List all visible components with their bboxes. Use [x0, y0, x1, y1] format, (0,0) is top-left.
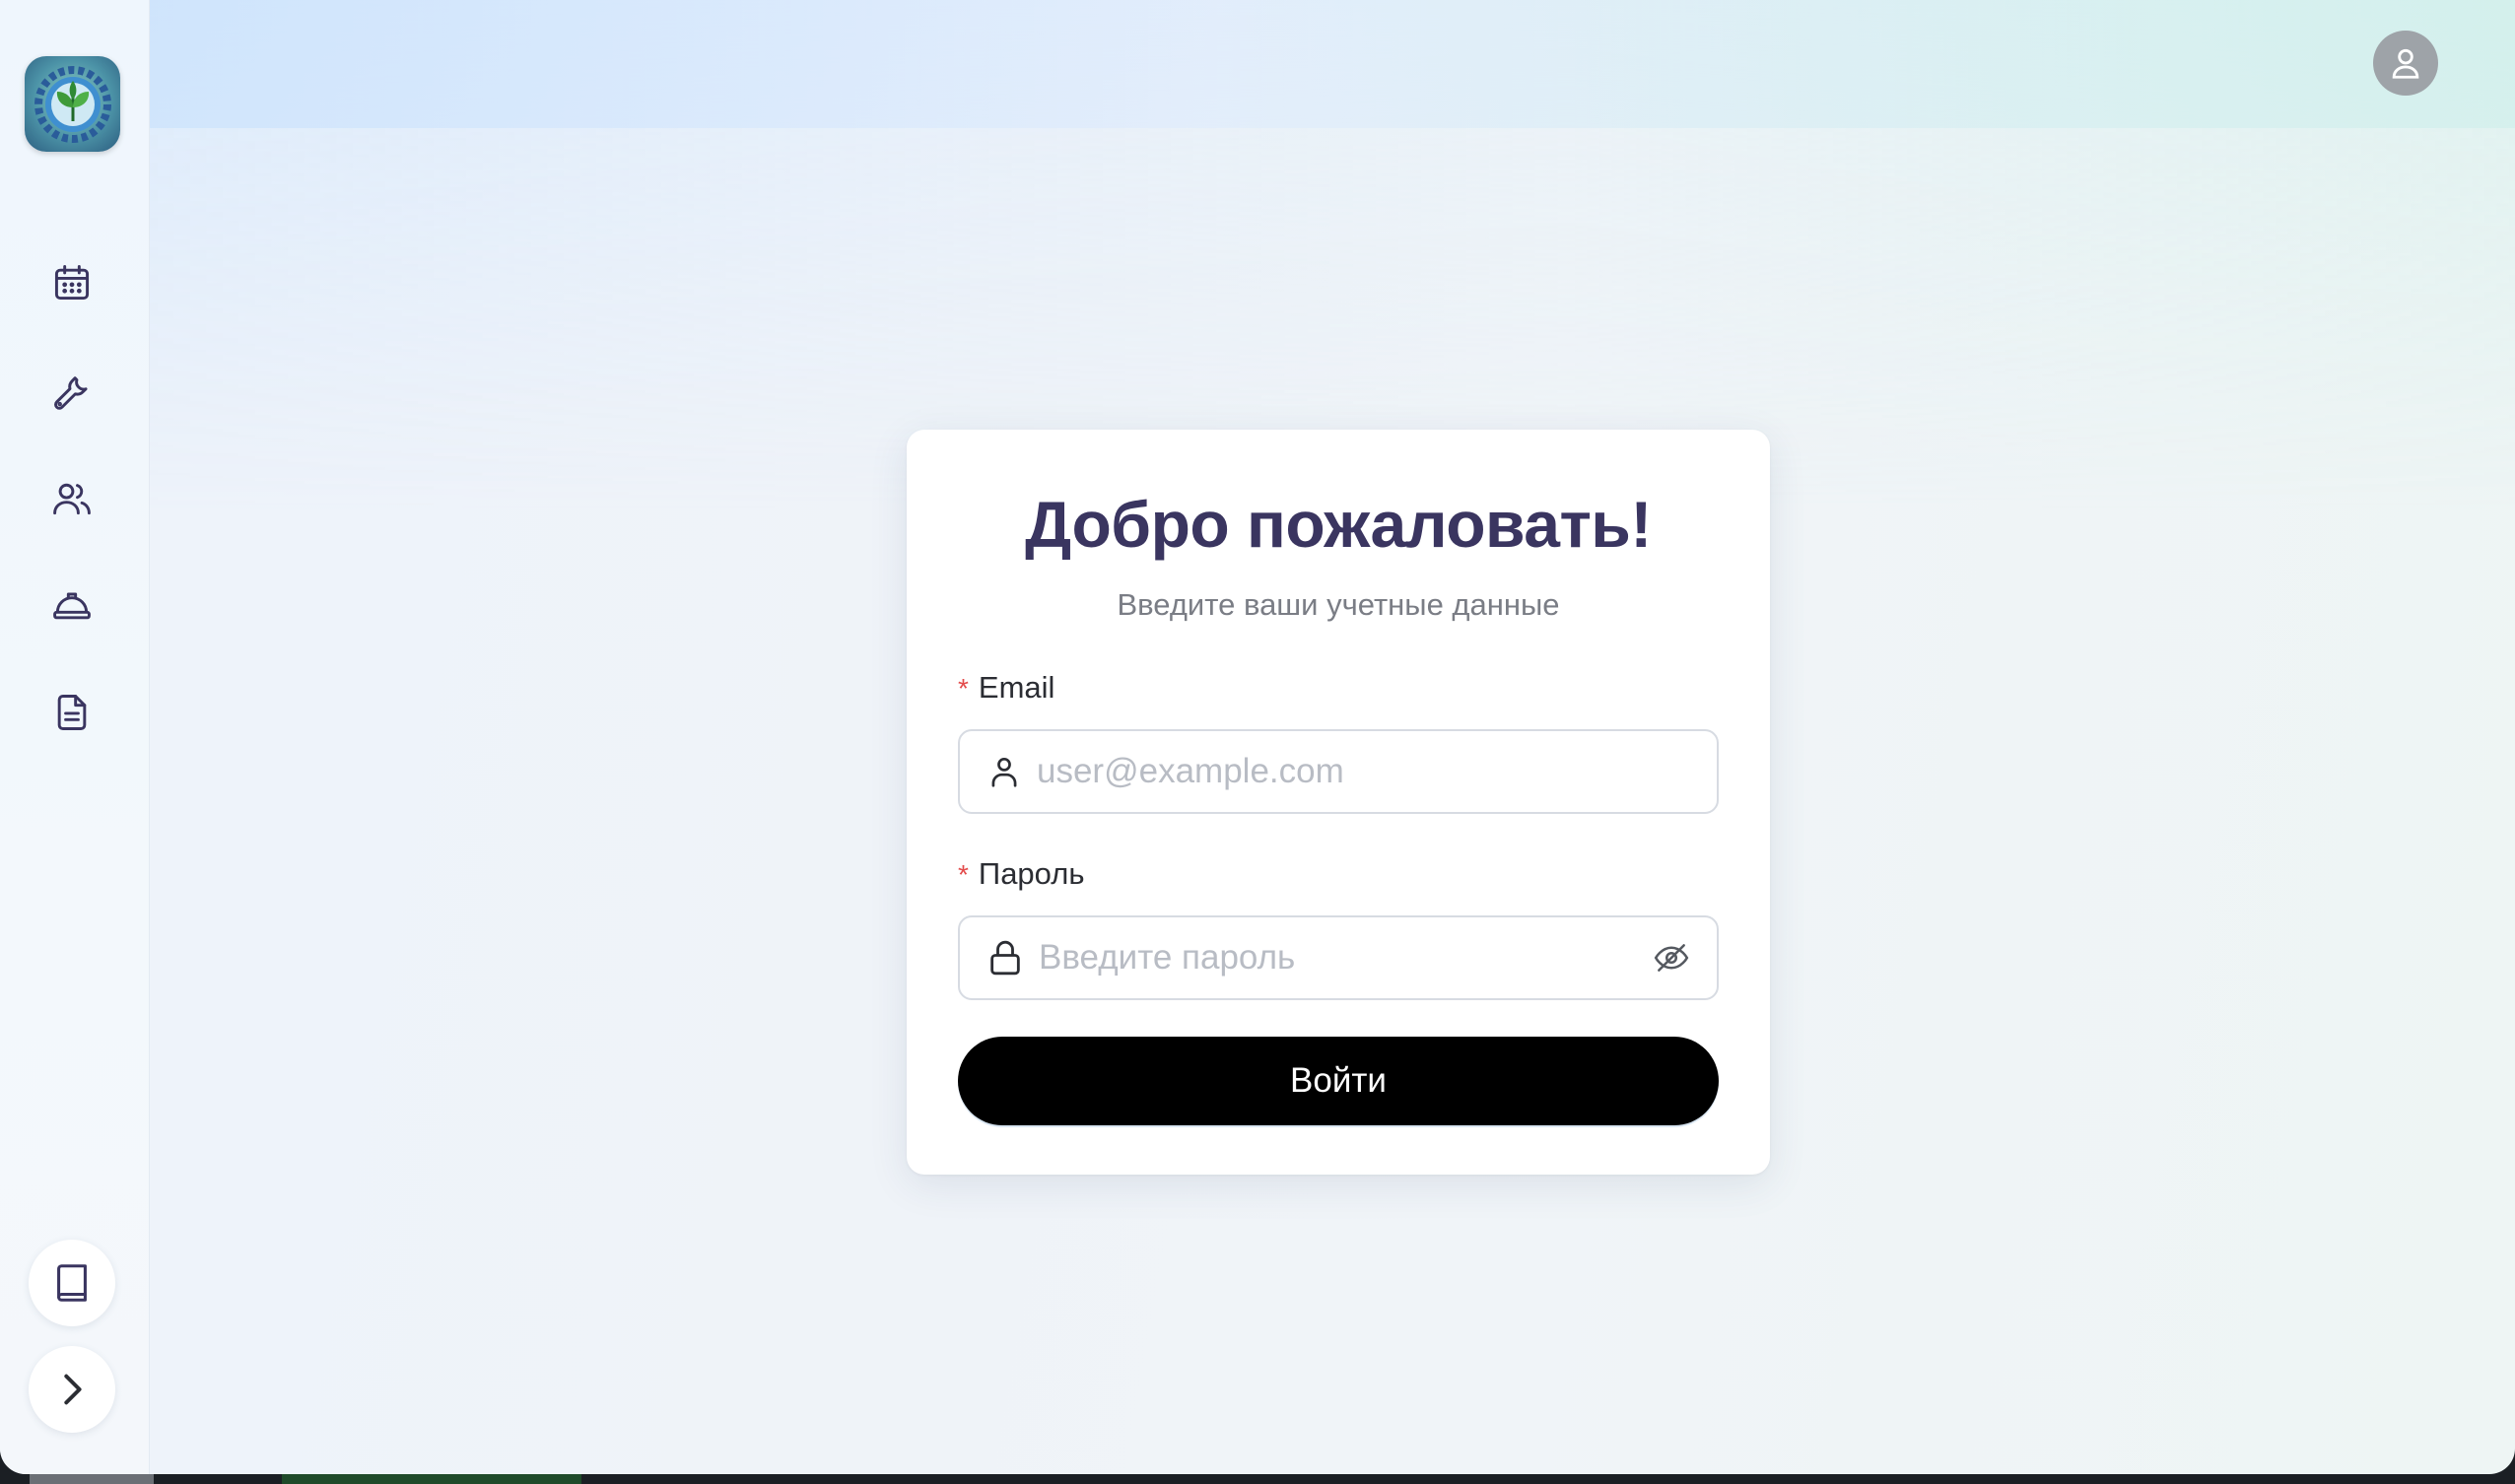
password-field-wrapper[interactable]	[958, 915, 1719, 1000]
sidebar-item-tools[interactable]	[45, 364, 99, 417]
wrench-icon	[54, 376, 88, 410]
password-input[interactable]	[1039, 928, 1650, 987]
password-label-text: Пароль	[978, 856, 1085, 891]
expand-sidebar-button[interactable]	[29, 1346, 115, 1433]
taskbar-edge	[0, 1474, 2515, 1484]
page-subtitle: Введите ваши учетные данные	[1117, 587, 1560, 622]
sidebar-item-documents[interactable]	[45, 686, 99, 739]
email-label-text: Email	[978, 670, 1055, 705]
taskbar-item	[282, 1474, 581, 1484]
sidebar	[0, 0, 150, 1474]
page-title: Добро пожаловать!	[1025, 488, 1652, 561]
login-button[interactable]: Войти	[958, 1037, 1719, 1125]
sidebar-item-users[interactable]	[45, 472, 99, 525]
document-icon	[57, 695, 87, 730]
taskbar-item	[30, 1474, 154, 1484]
email-label: * Email	[958, 670, 1054, 706]
leaf-gear-logo-icon[interactable]	[25, 56, 120, 152]
docs-button[interactable]	[29, 1240, 115, 1326]
top-bar	[150, 0, 2515, 128]
user-avatar-button[interactable]	[2373, 31, 2438, 96]
calendar-icon	[54, 265, 90, 301]
required-mark: *	[958, 673, 969, 704]
email-field-wrapper[interactable]	[958, 729, 1719, 814]
email-input[interactable]	[1037, 742, 1717, 801]
required-mark: *	[958, 859, 969, 890]
sidebar-item-safety[interactable]	[45, 578, 99, 632]
login-card: Добро пожаловать! Введите ваши учетные д…	[907, 430, 1770, 1175]
lock-icon	[990, 940, 1020, 976]
toggle-password-visibility[interactable]	[1650, 936, 1693, 979]
users-icon	[53, 483, 91, 515]
sidebar-item-calendar[interactable]	[45, 256, 99, 309]
book-icon	[57, 1264, 87, 1302]
chevron-right-icon	[64, 1374, 82, 1405]
app-window: Добро пожаловать! Введите ваши учетные д…	[0, 0, 2515, 1474]
user-avatar-icon	[2392, 48, 2419, 79]
hard-hat-icon	[53, 592, 91, 620]
password-label: * Пароль	[958, 856, 1084, 892]
eye-off-icon	[1654, 944, 1689, 972]
user-icon	[991, 757, 1017, 787]
